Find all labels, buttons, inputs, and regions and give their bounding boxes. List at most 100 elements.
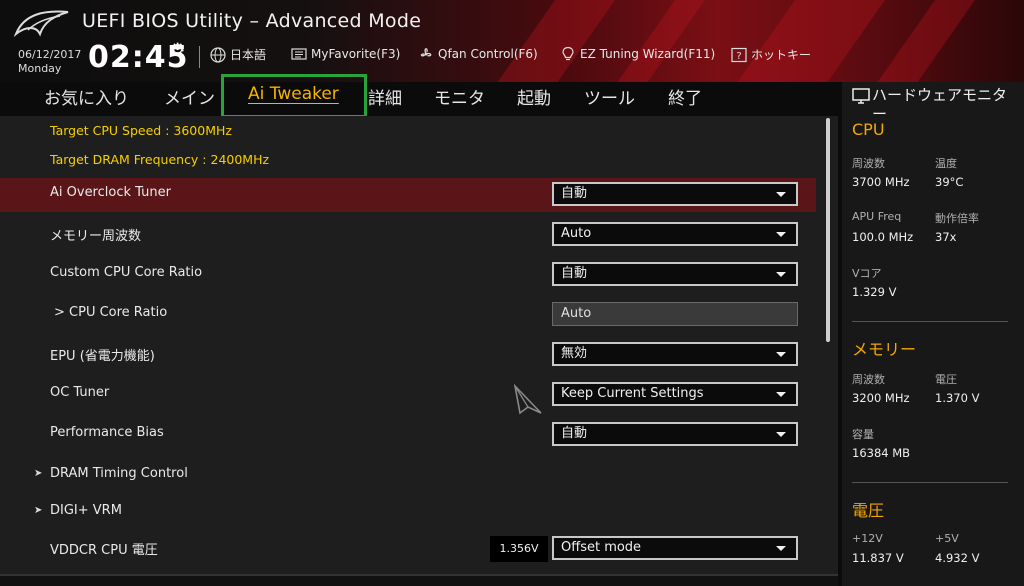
- vddcr-cpu-voltage-dropdown[interactable]: Offset mode: [552, 536, 798, 560]
- qfan-control-button[interactable]: Qfan Control(F6): [418, 46, 538, 62]
- tab-main[interactable]: メイン: [164, 84, 215, 109]
- hotkeys-label: ホットキー: [751, 48, 812, 62]
- setting-row-cpu-core-ratio[interactable]: > CPU Core Ratio Auto: [0, 298, 816, 332]
- language-label: 日本語: [230, 48, 267, 62]
- ez-tuning-wizard-button[interactable]: EZ Tuning Wizard(F11): [560, 46, 715, 62]
- cpu-temp-value: 39°C: [935, 175, 964, 189]
- fan-icon: [420, 48, 432, 57]
- ez-tuning-wizard-label: EZ Tuning Wizard(F11): [580, 47, 716, 61]
- date-text: 06/12/2017: [18, 48, 82, 61]
- rog-logo-icon: [14, 10, 69, 37]
- ai-overclock-tuner-dropdown[interactable]: 自動: [552, 182, 798, 206]
- setting-label: EPU (省電力機能): [50, 349, 155, 364]
- qfan-control-label: Qfan Control(F6): [438, 47, 538, 61]
- language-button[interactable]: 日本語: [210, 46, 266, 63]
- active-tab-highlight: [221, 74, 367, 118]
- memory-frequency-dropdown[interactable]: Auto: [552, 222, 798, 246]
- myfavorite-button[interactable]: MyFavorite(F3): [291, 46, 400, 62]
- hardware-monitor-title: ハードウェアモニター: [852, 86, 1020, 124]
- setting-label: メモリー周波数: [50, 229, 142, 244]
- tab-advanced[interactable]: 詳細: [368, 84, 402, 109]
- memory-volt-value: 1.370 V: [935, 391, 980, 405]
- v5-label: +5V: [935, 532, 959, 545]
- tab-monitor[interactable]: モニタ: [434, 84, 485, 109]
- myfavorite-label: MyFavorite(F3): [311, 47, 401, 61]
- header-bar: UEFI BIOS Utility – Advanced Mode 06/12/…: [0, 0, 1024, 82]
- custom-cpu-core-ratio-dropdown[interactable]: 自動: [552, 262, 798, 286]
- svg-text:?: ?: [736, 51, 741, 62]
- setting-row-vddcr-cpu-voltage[interactable]: VDDCR CPU 電圧 1.356V Offset mode: [0, 532, 816, 566]
- memory-volt-label: 電圧: [935, 373, 957, 386]
- tab-exit[interactable]: 終了: [668, 84, 702, 109]
- caret-down-icon: [776, 232, 786, 237]
- setting-row-performance-bias[interactable]: Performance Bias 自動: [0, 418, 816, 452]
- target-dram-frequency: Target DRAM Frequency : 2400MHz: [50, 152, 270, 167]
- setting-row-memory-frequency[interactable]: メモリー周波数 Auto: [0, 218, 816, 252]
- setting-label: OC Tuner: [50, 385, 110, 400]
- target-cpu-speed: Target CPU Speed : 3600MHz: [50, 123, 232, 138]
- dropdown-value: Auto: [561, 226, 592, 241]
- cpu-core-ratio-input[interactable]: Auto: [552, 302, 798, 326]
- voltage-reading: 1.356V: [490, 536, 548, 562]
- caret-down-icon: [776, 546, 786, 551]
- vcore-label: Vコア: [852, 267, 882, 280]
- caret-down-icon: [776, 432, 786, 437]
- setting-row-custom-cpu-core-ratio[interactable]: Custom CPU Core Ratio 自動: [0, 258, 816, 292]
- setting-label: > CPU Core Ratio: [54, 305, 168, 320]
- caret-down-icon: [776, 272, 786, 277]
- monitor-icon: [852, 88, 870, 104]
- dropdown-value: 自動: [561, 186, 588, 201]
- submenu-digi-vrm[interactable]: DIGI+ VRM: [0, 496, 816, 530]
- main-tab-bar: お気に入り メイン Ai Tweaker 詳細 モニタ 起動 ツール 終了: [0, 82, 840, 114]
- section-divider: [852, 321, 1008, 322]
- hotkeys-button[interactable]: ? ホットキー: [731, 46, 811, 63]
- hardware-monitor-label: ハードウェアモニター: [872, 86, 1008, 123]
- section-divider: [852, 482, 1008, 483]
- globe-icon: [210, 46, 226, 63]
- cpu-temp-label: 温度: [935, 157, 957, 170]
- oc-tuner-dropdown[interactable]: Keep Current Settings: [552, 382, 798, 406]
- memory-capacity-label: 容量: [852, 428, 874, 441]
- cpu-freq-label: 周波数: [852, 157, 885, 170]
- bottom-info-bar: [0, 574, 838, 586]
- submenu-label: DIGI+ VRM: [34, 503, 122, 518]
- cpu-section-title: CPU: [852, 120, 885, 139]
- header-decoration: [857, 0, 983, 82]
- tab-favorites[interactable]: お気に入り: [44, 84, 129, 109]
- tab-boot[interactable]: 起動: [517, 84, 551, 109]
- dropdown-value: Offset mode: [561, 540, 642, 555]
- mouse-cursor-icon: [514, 384, 542, 415]
- setting-label: Ai Overclock Tuner: [50, 185, 171, 200]
- scrollbar[interactable]: [826, 118, 830, 342]
- question-box-icon: ?: [731, 47, 747, 62]
- submenu-dram-timing-control[interactable]: DRAM Timing Control: [0, 459, 816, 493]
- hardware-monitor-panel: ハードウェアモニター CPU 周波数 温度 3700 MHz 39°C APU …: [842, 82, 1024, 586]
- setting-row-oc-tuner[interactable]: OC Tuner Keep Current Settings: [0, 378, 816, 412]
- cpu-ratio-label: 動作倍率: [935, 212, 979, 225]
- setting-row-epu[interactable]: EPU (省電力機能) 無効: [0, 338, 816, 372]
- memory-capacity-value: 16384 MB: [852, 446, 911, 460]
- header-decoration: [477, 0, 623, 82]
- favorite-list-icon: [291, 48, 307, 60]
- memory-freq-label: 周波数: [852, 373, 885, 386]
- apu-freq-label: APU Freq: [852, 210, 902, 223]
- settings-panel: Target CPU Speed : 3600MHz Target DRAM F…: [0, 116, 838, 586]
- epu-dropdown[interactable]: 無効: [552, 342, 798, 366]
- dropdown-value: 自動: [561, 426, 588, 441]
- gear-icon[interactable]: ⚙: [170, 40, 185, 60]
- submenu-label: DRAM Timing Control: [34, 466, 188, 481]
- v12-value: 11.837 V: [852, 551, 904, 565]
- header-decoration: [717, 0, 893, 82]
- voltage-section-title: 電圧: [852, 501, 885, 520]
- caret-down-icon: [776, 352, 786, 357]
- apu-freq-value: 100.0 MHz: [852, 230, 914, 244]
- cpu-ratio-value: 37x: [935, 230, 957, 244]
- dropdown-value: 自動: [561, 266, 588, 281]
- setting-row-ai-overclock-tuner[interactable]: Ai Overclock Tuner 自動: [0, 178, 816, 212]
- tab-tool[interactable]: ツール: [584, 84, 635, 109]
- date-display: 06/12/2017 Monday: [18, 48, 81, 76]
- performance-bias-dropdown[interactable]: 自動: [552, 422, 798, 446]
- caret-down-icon: [776, 192, 786, 197]
- v5-value: 4.932 V: [935, 551, 980, 565]
- dropdown-value: 無効: [561, 346, 588, 361]
